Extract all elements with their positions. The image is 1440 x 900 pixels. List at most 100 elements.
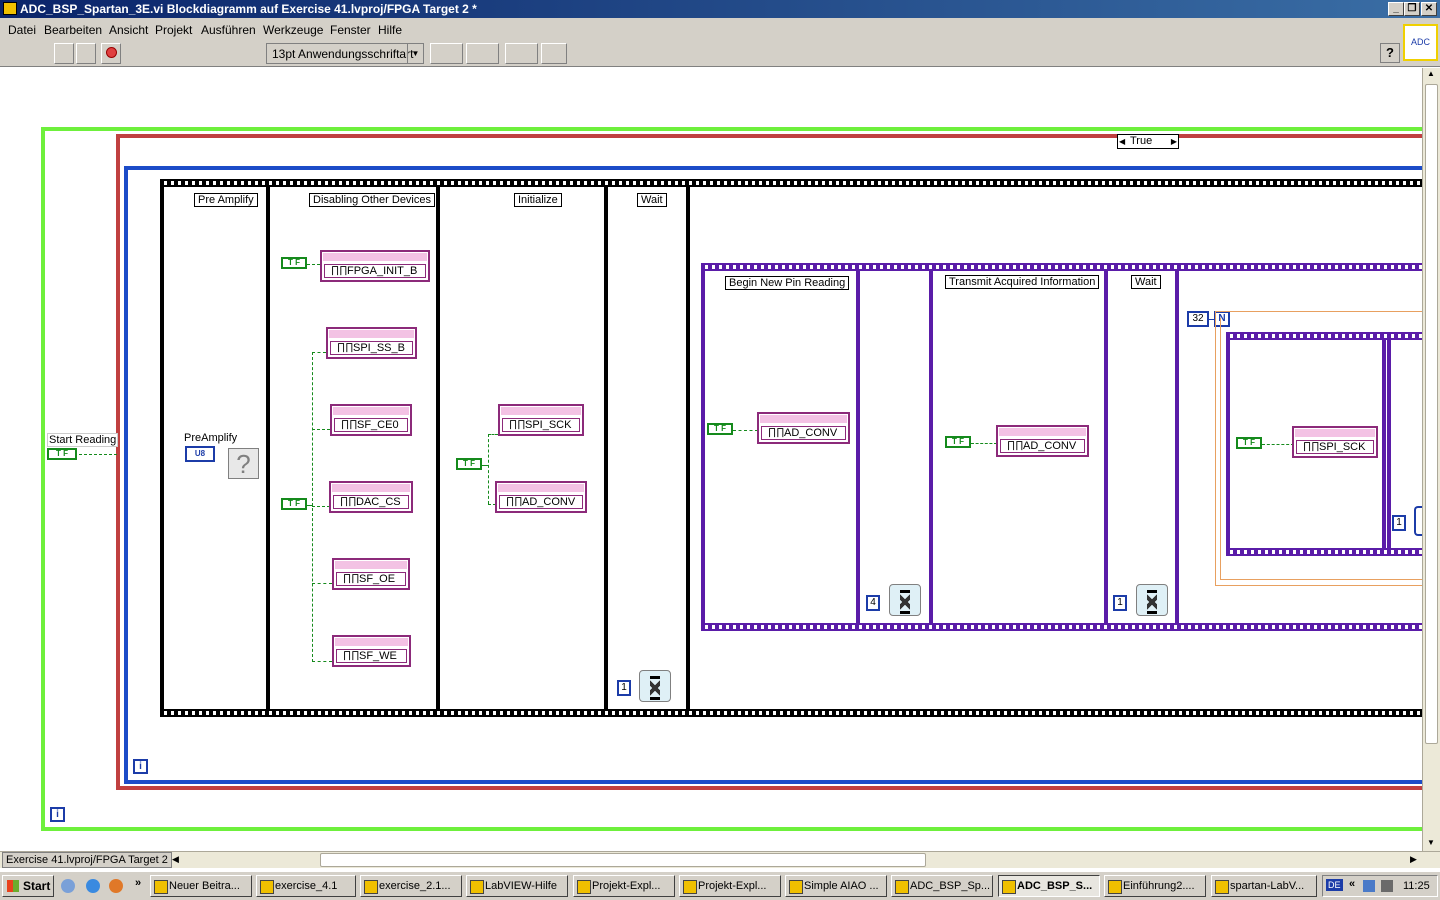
scroll-left-icon[interactable]: ◀ <box>172 854 179 865</box>
distribute-objects-icon[interactable] <box>466 43 499 64</box>
menu-hilfe[interactable]: Hilfe <box>378 23 402 37</box>
boolean-wire <box>1262 444 1294 445</box>
bool-const-disable[interactable]: T F <box>281 498 307 510</box>
menu-bearbeiten[interactable]: Bearbeiten <box>44 23 102 37</box>
fpga-io-node-init-ad-conv[interactable]: AD_CONV <box>495 481 587 513</box>
wait-inner-const[interactable]: 1 <box>1113 595 1127 611</box>
task-simple-aiao[interactable]: Simple AIAO ... <box>785 875 887 897</box>
menu-ansicht[interactable]: Ansicht <box>109 23 148 37</box>
bool-const-begin[interactable]: T F <box>707 423 733 435</box>
sequence-frame-border <box>686 187 690 709</box>
context-help-button[interactable]: ? <box>1380 43 1400 63</box>
tray-network-icon[interactable] <box>1363 880 1375 892</box>
wait-mid-const[interactable]: 4 <box>866 595 880 611</box>
abort-icon[interactable] <box>101 43 121 64</box>
menu-projekt[interactable]: Projekt <box>155 23 192 37</box>
task-explorer[interactable]: exercise_4.1 <box>256 875 356 897</box>
fpga-io-node-sf-we[interactable]: SF_WE <box>332 635 411 667</box>
start-button[interactable]: Start <box>2 875 54 897</box>
tray-clock: 11:25 <box>1403 880 1430 892</box>
menu-werkzeuge[interactable]: Werkzeuge <box>263 23 323 37</box>
task-labview-help[interactable]: LabVIEW-Hilfe <box>466 875 568 897</box>
inner-iteration-terminal[interactable]: i <box>133 759 148 774</box>
inner-sequence-film-top <box>701 263 1422 271</box>
fpga-io-node-dac-cs[interactable]: DAC_CS <box>329 481 413 513</box>
wait-hourglass-icon[interactable] <box>639 670 671 702</box>
bool-const-transmit[interactable]: T F <box>945 436 971 448</box>
horizontal-scrollbar[interactable]: Exercise 41.lvproj/FPGA Target 2 ◀ ▶ <box>0 851 1440 868</box>
case-selector[interactable]: True ◀ ▶ <box>1117 134 1179 149</box>
menu-bar: Datei Bearbeiten Ansicht Projekt Ausführ… <box>0 18 1440 40</box>
scroll-right-icon[interactable]: ▶ <box>1410 854 1417 865</box>
vertical-scrollbar[interactable]: ▲ ▼ <box>1422 68 1440 851</box>
frame-label-inner-wait: Wait <box>1131 275 1161 289</box>
missing-subvi-icon[interactable]: ? <box>228 448 259 479</box>
fpga-io-node-fpga-init-b[interactable]: FPGA_INIT_B <box>320 250 430 282</box>
quicklaunch-more-icon[interactable]: » <box>135 877 141 889</box>
quicklaunch-ie-icon[interactable] <box>86 879 100 893</box>
run-continuous-icon[interactable] <box>76 43 96 64</box>
menu-datei[interactable]: Datei <box>8 23 36 37</box>
wait-outer-const[interactable]: 1 <box>617 680 631 696</box>
horizontal-scroll-thumb[interactable] <box>320 853 926 867</box>
task-word[interactable]: exercise_2.1... <box>360 875 462 897</box>
menu-ausfuehren[interactable]: Ausführen <box>201 23 256 37</box>
menu-fenster[interactable]: Fenster <box>330 23 371 37</box>
run-arrow-icon[interactable] <box>54 43 74 64</box>
tray-expand-icon[interactable]: « <box>1349 878 1355 890</box>
wait-hourglass-icon[interactable] <box>889 584 921 616</box>
scroll-up-icon[interactable]: ▲ <box>1427 69 1435 78</box>
loop-count-const[interactable]: 32 <box>1187 311 1209 327</box>
task-einfuehrung-pdf[interactable]: Einführung2.... <box>1104 875 1206 897</box>
preamplify-control[interactable]: U8 <box>185 446 215 462</box>
quicklaunch-firefox-icon[interactable] <box>109 879 123 893</box>
vi-icon: ADC <box>1403 24 1438 61</box>
task-project-explorer-1[interactable]: Projekt-Expl... <box>573 875 675 897</box>
node-header <box>335 561 407 569</box>
case-prev-icon[interactable]: ◀ <box>1119 135 1125 148</box>
taskbar: Start » Neuer Beitra... exercise_4.1 exe… <box>0 870 1440 900</box>
quicklaunch-desktop-icon[interactable] <box>61 879 75 893</box>
bool-const-fpga-init[interactable]: T F <box>281 257 307 269</box>
close-button[interactable]: ✕ <box>1421 2 1437 16</box>
loop-frame-border <box>1387 340 1391 548</box>
fpga-io-node-sf-ce0[interactable]: SF_CE0 <box>330 404 412 436</box>
partial-node-icon[interactable] <box>1414 506 1422 536</box>
bool-const-loop[interactable]: T F <box>1236 437 1262 449</box>
case-next-icon[interactable]: ▶ <box>1171 135 1177 148</box>
minimize-button[interactable]: _ <box>1388 2 1404 16</box>
start-reading-terminal[interactable]: T F <box>47 448 77 460</box>
frame-label-pre-amplify: Pre Amplify <box>194 193 258 207</box>
restore-button[interactable]: ❐ <box>1404 2 1420 16</box>
fpga-io-label: SF_WE <box>336 649 407 663</box>
loop-sequence-film-top <box>1226 332 1422 340</box>
fpga-io-node-sf-oe[interactable]: SF_OE <box>332 558 410 590</box>
scroll-down-icon[interactable]: ▼ <box>1427 838 1435 847</box>
loop-one-const[interactable]: 1 <box>1392 515 1406 531</box>
fpga-io-node-init-spi-sck[interactable]: SPI_SCK <box>498 404 584 436</box>
block-diagram[interactable]: i True ◀ ▶ i Start Reading T F Pre Ampli… <box>0 68 1422 850</box>
vertical-scroll-thumb[interactable] <box>1425 84 1438 744</box>
font-selector[interactable]: 13pt Anwendungsschriftart ▼ <box>266 43 424 64</box>
wait-hourglass-icon[interactable] <box>1136 584 1168 616</box>
fpga-io-label: AD_CONV <box>499 495 583 509</box>
fpga-io-label: AD_CONV <box>1000 439 1085 453</box>
inner-frame-border <box>701 263 705 631</box>
bool-const-initialize[interactable]: T F <box>456 458 482 470</box>
task-adc-bsp-panel[interactable]: ADC_BSP_Sp... <box>891 875 993 897</box>
node-header <box>501 407 581 415</box>
fpga-io-node-spi-ss-b[interactable]: SPI_SS_B <box>326 327 417 359</box>
cleanup-diagram-icon[interactable] <box>541 43 567 64</box>
language-indicator[interactable]: DE <box>1326 879 1343 891</box>
reorder-icon[interactable] <box>505 43 538 64</box>
fpga-io-node-loop-spi-sck[interactable]: SPI_SCK <box>1292 426 1378 458</box>
fpga-io-node-transmit-ad-conv[interactable]: AD_CONV <box>996 425 1089 457</box>
task-adc-bsp-diagram[interactable]: ADC_BSP_S... <box>998 875 1100 897</box>
task-spartan-pdf[interactable]: spartan-LabV... <box>1211 875 1317 897</box>
task-project-explorer-2[interactable]: Projekt-Expl... <box>679 875 781 897</box>
task-firefox[interactable]: Neuer Beitra... <box>150 875 252 897</box>
fpga-io-node-begin-ad-conv[interactable]: AD_CONV <box>757 412 850 444</box>
tray-volume-icon[interactable] <box>1381 880 1393 892</box>
outer-iteration-terminal[interactable]: i <box>50 807 65 822</box>
align-objects-icon[interactable] <box>430 43 463 64</box>
